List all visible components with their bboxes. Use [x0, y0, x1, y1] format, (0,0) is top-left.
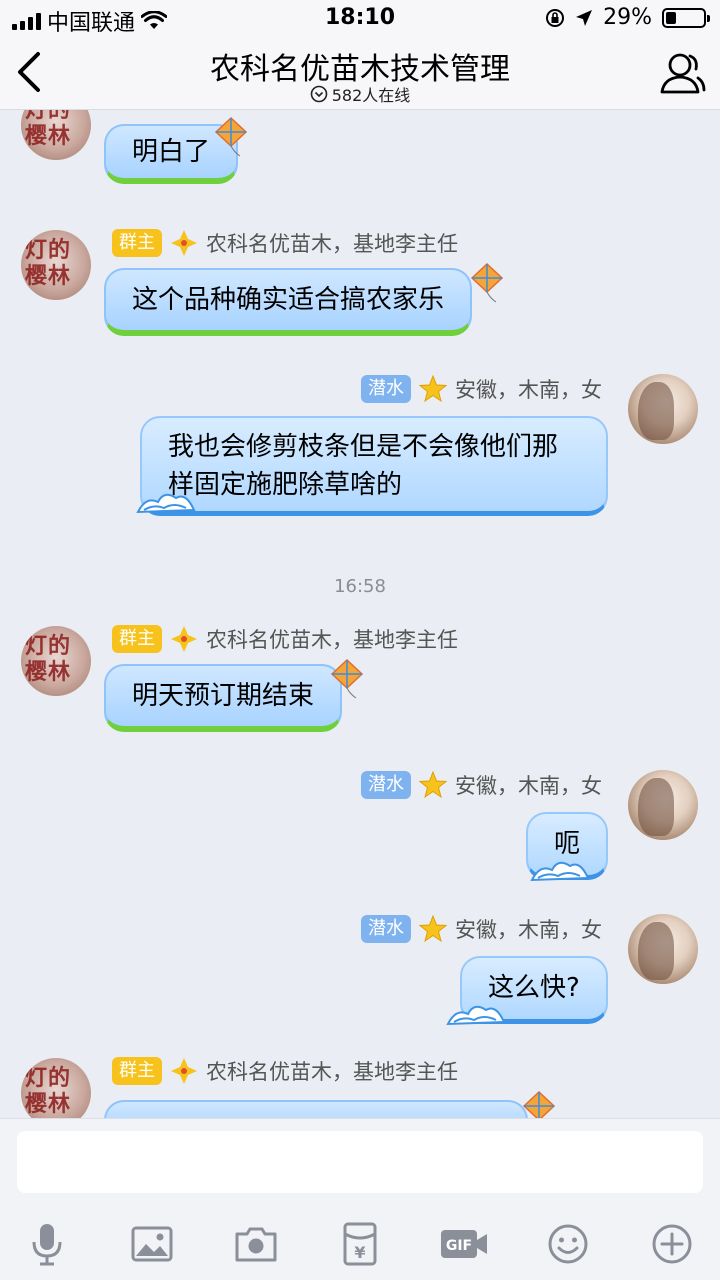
message-bubble[interactable]: 这个品种确实适合搞农家乐: [104, 268, 472, 336]
emoji-icon[interactable]: [542, 1218, 594, 1270]
level-star-icon: [419, 915, 447, 943]
message-incoming: 群主 农科名优苗木，基地李主任 这个品种确实适合搞农家乐: [0, 228, 720, 358]
chat-header: 农科名优苗木技术管理 582人在线: [0, 36, 720, 110]
message-timestamp: 16:58: [334, 576, 386, 597]
role-badge: 潜水: [361, 771, 411, 799]
online-count[interactable]: 582人在线: [0, 82, 720, 106]
sender-name: 安徽，木南，女: [455, 774, 602, 798]
message-text-line: 我也会修剪枝条但是不会像他们那: [168, 432, 559, 462]
orientation-lock-icon: [546, 8, 565, 27]
svg-text:¥: ¥: [354, 1243, 365, 1262]
role-badge: 群主: [112, 1057, 162, 1085]
sender-info: 潜水 安徽，木南，女: [361, 770, 602, 800]
sender-name: 农科名优苗木，基地李主任: [206, 232, 458, 256]
message-input[interactable]: [17, 1131, 703, 1193]
kite-decoration-icon: [214, 116, 248, 157]
microphone-icon[interactable]: [21, 1218, 73, 1270]
sender-name: 安徽，木南，女: [455, 378, 602, 402]
kite-decoration-icon: [470, 262, 504, 303]
kite-decoration-icon: [522, 1090, 556, 1118]
sender-info: 潜水 安徽，木南，女: [361, 914, 602, 944]
avatar[interactable]: [628, 374, 698, 444]
level-star-icon: [419, 375, 447, 403]
wave-decoration-icon: [446, 1005, 506, 1026]
plus-icon[interactable]: [646, 1218, 698, 1270]
role-badge: 群主: [112, 625, 162, 653]
message-outgoing: 潜水 安徽，木南，女 呃: [0, 768, 720, 888]
message-outgoing: 潜水 安徽，木南，女 我也会修剪枝条但是不会像他们那 样固定施肥除草啥的: [0, 372, 720, 522]
location-arrow-icon: [576, 9, 593, 26]
red-packet-icon[interactable]: ¥: [334, 1218, 386, 1270]
gif-icon[interactable]: GIF: [438, 1218, 490, 1270]
sender-info: 潜水 安徽，木南，女: [361, 374, 602, 404]
sender-name: 农科名优苗木，基地李主任: [206, 628, 458, 652]
level-star-icon: [171, 230, 197, 256]
chevron-down-circle-icon: [310, 85, 328, 103]
wave-decoration-icon: [136, 493, 196, 514]
message-incoming: 群主 农科名优苗木，基地李主任 明天预订期结束: [0, 624, 720, 754]
message-text: 这个品种确实适合搞农家乐: [132, 285, 445, 315]
role-badge: 潜水: [361, 375, 411, 403]
sender-info: 群主 农科名优苗木，基地李主任: [112, 228, 458, 258]
avatar[interactable]: [628, 914, 698, 984]
online-count-text: 582人在线: [331, 86, 411, 105]
input-toolbar: ¥ GIF: [0, 1208, 720, 1280]
message-text-line: 样固定施肥除草啥的: [168, 470, 403, 500]
sender-name: 农科名优苗木，基地李主任: [206, 1060, 458, 1084]
avatar[interactable]: [21, 1058, 91, 1118]
battery-icon: [662, 7, 710, 28]
level-star-icon: [171, 626, 197, 652]
image-icon[interactable]: [126, 1218, 178, 1270]
message-outgoing: 潜水 安徽，木南，女 这么快?: [0, 912, 720, 1032]
message-incoming: 明白了: [0, 110, 720, 196]
avatar[interactable]: [21, 230, 91, 300]
level-star-icon: [171, 1058, 197, 1084]
wave-decoration-icon: [530, 861, 590, 882]
avatar[interactable]: [21, 626, 91, 696]
avatar[interactable]: [21, 110, 91, 160]
svg-text:GIF: GIF: [446, 1238, 472, 1254]
sender-info: 群主 农科名优苗木，基地李主任: [112, 624, 458, 654]
group-members-icon[interactable]: [658, 50, 706, 96]
input-bar: [0, 1118, 720, 1208]
status-bar: 中国联通 18:10 29%: [0, 0, 720, 36]
kite-decoration-icon: [330, 658, 364, 699]
avatar[interactable]: [628, 770, 698, 840]
sender-name: 安徽，木南，女: [455, 918, 602, 942]
camera-icon[interactable]: [230, 1218, 282, 1270]
message-bubble[interactable]: 我也会修剪枝条但是不会像他们那 样固定施肥除草啥的: [140, 416, 608, 516]
message-bubble[interactable]: 明天预订期结束: [104, 664, 342, 732]
role-badge: 潜水: [361, 915, 411, 943]
sender-info: 群主 农科名优苗木，基地李主任: [112, 1056, 458, 1086]
message-text: 明天预订期结束: [132, 681, 315, 711]
message-text: 明白了: [132, 137, 211, 167]
message-incoming: 群主 农科名优苗木，基地李主任: [0, 1056, 720, 1118]
message-list[interactable]: 明白了 群主 农科名优苗木，基地李主任 这个品种确实适合搞农家乐 潜水: [0, 110, 720, 1118]
level-star-icon: [419, 771, 447, 799]
role-badge: 群主: [112, 229, 162, 257]
message-bubble[interactable]: [104, 1100, 528, 1118]
battery-percent: 29%: [603, 5, 652, 30]
